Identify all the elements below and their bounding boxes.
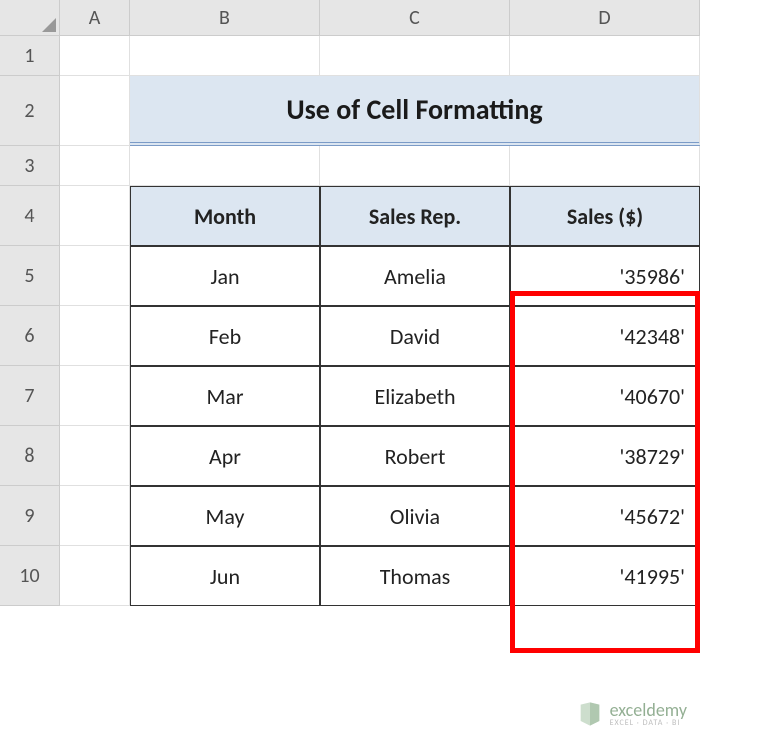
row-header-2[interactable]: 2 — [0, 76, 60, 146]
table-row[interactable]: '38729' — [510, 426, 700, 486]
cell-d3[interactable] — [510, 146, 700, 186]
select-all-corner[interactable] — [0, 0, 60, 36]
spreadsheet-grid: A B C D 1 2 Use of Cell Formatting 3 4 M… — [0, 0, 767, 606]
table-row[interactable]: Apr — [130, 426, 320, 486]
table-row[interactable]: Jan — [130, 246, 320, 306]
cell-b3[interactable] — [130, 146, 320, 186]
col-header-b[interactable]: B — [130, 0, 320, 36]
row-header-5[interactable]: 5 — [0, 246, 60, 306]
table-row[interactable]: '35986' — [510, 246, 700, 306]
row-header-10[interactable]: 10 — [0, 546, 60, 606]
table-row[interactable]: Jun — [130, 546, 320, 606]
row-header-1[interactable]: 1 — [0, 36, 60, 76]
table-row[interactable]: Feb — [130, 306, 320, 366]
cell-a7[interactable] — [60, 366, 130, 426]
watermark-brand: exceldemy — [610, 701, 687, 719]
table-row[interactable]: David — [320, 306, 510, 366]
row-header-6[interactable]: 6 — [0, 306, 60, 366]
col-header-d[interactable]: D — [510, 0, 700, 36]
table-row[interactable]: '42348' — [510, 306, 700, 366]
table-row[interactable]: '45672' — [510, 486, 700, 546]
header-sales[interactable]: Sales ($) — [510, 186, 700, 246]
cell-a3[interactable] — [60, 146, 130, 186]
cell-b1[interactable] — [130, 36, 320, 76]
table-row[interactable]: '40670' — [510, 366, 700, 426]
cell-a6[interactable] — [60, 306, 130, 366]
row-header-7[interactable]: 7 — [0, 366, 60, 426]
cell-a2[interactable] — [60, 76, 130, 146]
table-row[interactable]: Elizabeth — [320, 366, 510, 426]
watermark-tag: EXCEL · DATA · BI — [610, 719, 687, 727]
col-header-a[interactable]: A — [60, 0, 130, 36]
header-rep[interactable]: Sales Rep. — [320, 186, 510, 246]
cell-a9[interactable] — [60, 486, 130, 546]
table-row[interactable]: Olivia — [320, 486, 510, 546]
cell-a5[interactable] — [60, 246, 130, 306]
col-header-c[interactable]: C — [320, 0, 510, 36]
table-row[interactable]: Mar — [130, 366, 320, 426]
row-header-3[interactable]: 3 — [0, 146, 60, 186]
cell-c1[interactable] — [320, 36, 510, 76]
row-header-8[interactable]: 8 — [0, 426, 60, 486]
cell-a8[interactable] — [60, 426, 130, 486]
cell-c3[interactable] — [320, 146, 510, 186]
cell-a10[interactable] — [60, 546, 130, 606]
table-row[interactable]: Amelia — [320, 246, 510, 306]
table-row[interactable]: May — [130, 486, 320, 546]
row-header-4[interactable]: 4 — [0, 186, 60, 246]
cell-a1[interactable] — [60, 36, 130, 76]
table-row[interactable]: Thomas — [320, 546, 510, 606]
watermark-text: exceldemy EXCEL · DATA · BI — [610, 701, 687, 727]
row-header-9[interactable]: 9 — [0, 486, 60, 546]
watermark: exceldemy EXCEL · DATA · BI — [576, 700, 687, 728]
table-row[interactable]: Robert — [320, 426, 510, 486]
cell-d1[interactable] — [510, 36, 700, 76]
table-row[interactable]: '41995' — [510, 546, 700, 606]
header-month[interactable]: Month — [130, 186, 320, 246]
cell-a4[interactable] — [60, 186, 130, 246]
title-cell[interactable]: Use of Cell Formatting — [130, 76, 700, 146]
logo-icon — [576, 700, 604, 728]
